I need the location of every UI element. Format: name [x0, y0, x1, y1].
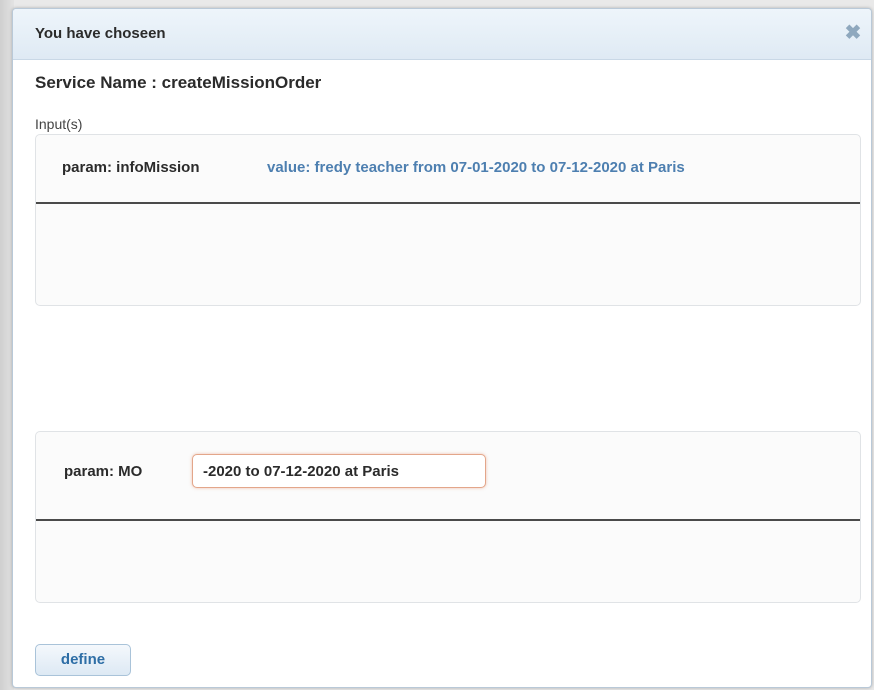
close-icon[interactable]: ✖	[843, 23, 863, 43]
param-divider	[36, 519, 860, 521]
param-value-infomission: value: fredy teacher from 07-01-2020 to …	[267, 159, 685, 176]
param-panel-mo: param: MO	[35, 431, 861, 603]
inputs-label: Input(s)	[35, 116, 83, 132]
param-divider	[36, 202, 860, 204]
param-label-mo: param: MO	[64, 463, 143, 480]
service-dialog: You have choseen ✖ Service Name : create…	[12, 8, 872, 688]
service-name-heading: Service Name : createMissionOrder	[35, 73, 322, 92]
dialog-title: You have choseen	[35, 25, 166, 42]
dialog-titlebar: You have choseen ✖	[13, 9, 871, 60]
param-panel-infomission: param: infoMission value: fredy teacher …	[35, 134, 861, 306]
define-button[interactable]: define	[35, 644, 131, 676]
mo-input[interactable]	[192, 454, 486, 488]
param-label-infomission: param: infoMission	[62, 159, 200, 176]
